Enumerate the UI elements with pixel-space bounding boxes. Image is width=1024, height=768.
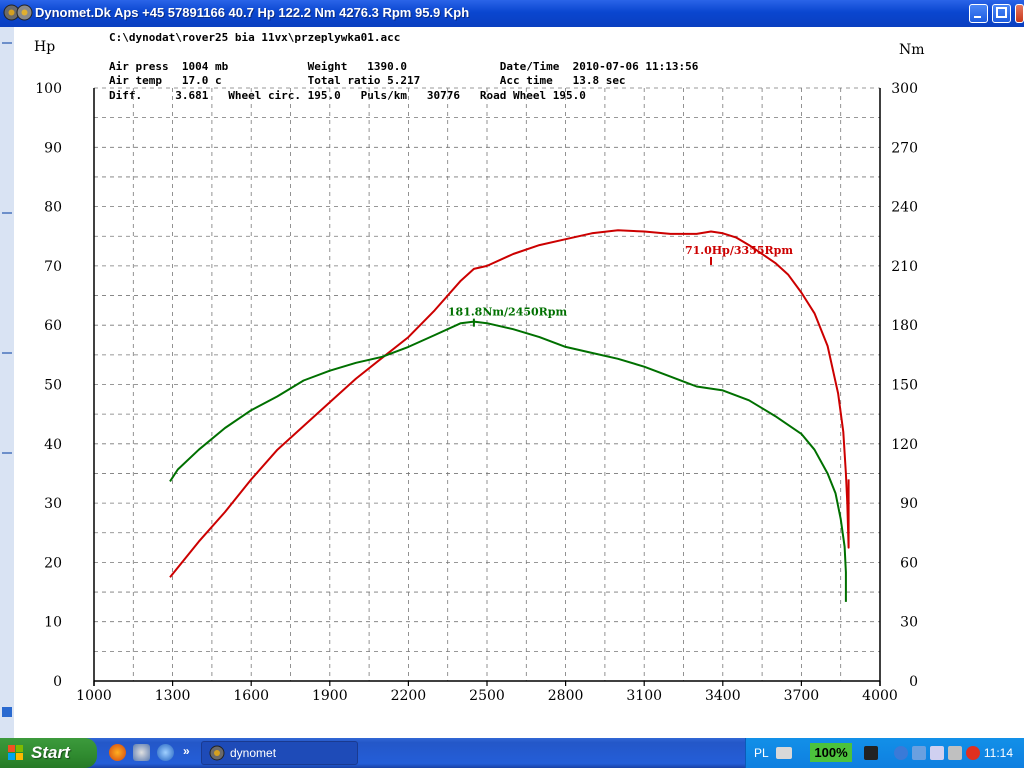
y-right-tick-label: 180 — [891, 318, 918, 334]
y-left-tick-label: 30 — [44, 496, 62, 512]
power-plug-icon[interactable] — [864, 746, 878, 760]
peak-annotation: 71.0Hp/3355Rpm — [685, 244, 793, 257]
x-tick-label: 1900 — [312, 688, 348, 704]
y-left-tick-label: 80 — [44, 200, 62, 216]
y-right-tick-label: 240 — [891, 200, 918, 216]
y-right-tick-label: 120 — [891, 437, 918, 453]
maximize-button[interactable] — [992, 4, 1011, 23]
volume-icon[interactable] — [948, 746, 962, 760]
dynomet-app-icon-secondary — [16, 4, 33, 21]
dynomet-task-icon — [209, 745, 225, 761]
x-tick-label: 1600 — [233, 688, 269, 704]
dyno-chart-area: C:\dynodat\rover25 bia 11vx\przeplywka01… — [14, 27, 1024, 738]
y-right-tick-label: 210 — [891, 259, 918, 275]
y-left-axis-label: Hp — [34, 39, 55, 55]
y-left-tick-label: 20 — [44, 555, 62, 571]
keyboard-icon[interactable] — [776, 747, 792, 759]
frame-mark — [2, 452, 12, 454]
x-tick-label: 2500 — [469, 688, 505, 704]
frame-mark — [2, 352, 12, 354]
y-right-tick-label: 150 — [891, 378, 918, 394]
x-tick-label: 2200 — [391, 688, 427, 704]
x-tick-label: 3400 — [705, 688, 741, 704]
frame-mark — [2, 707, 12, 717]
title-bar[interactable]: Dynomet.Dk Aps +45 57891166 40.7 Hp 122.… — [0, 0, 1024, 27]
start-button[interactable]: Start — [0, 738, 97, 768]
y-left-tick-label: 90 — [44, 140, 62, 156]
y-left-tick-label: 0 — [53, 674, 62, 690]
y-right-tick-label: 90 — [900, 496, 918, 512]
clock: 11:14 — [983, 746, 1013, 760]
dyno-chart: 1000 1300 1600 1900 2200 2500 2800 3100 3400 3700… — [34, 39, 925, 704]
y-left-tick-label: 70 — [44, 259, 62, 275]
quicklaunch-overflow-icon[interactable]: » — [183, 744, 190, 758]
x-tick-label: 2800 — [548, 688, 584, 704]
close-button[interactable] — [1015, 4, 1024, 23]
y-right-tick-label: 300 — [891, 81, 918, 97]
frame-mark — [2, 42, 12, 44]
network-icon[interactable] — [912, 746, 926, 760]
system-tray: PL 100% 11:14 — [745, 738, 1024, 768]
y-right-tick-label: 270 — [891, 140, 918, 156]
maximize-icon — [996, 7, 1007, 18]
x-tick-label: 3700 — [784, 688, 820, 704]
x-tick-label: 4000 — [862, 688, 898, 704]
y-right-tick-label: 30 — [900, 615, 918, 631]
y-left-tick-label: 40 — [44, 437, 62, 453]
frame-mark — [2, 212, 12, 214]
left-frame-strip — [0, 27, 15, 738]
taskbar-item-dynomet[interactable]: dynomet — [201, 741, 358, 765]
peak-annotation: 181.8Nm/2450Rpm — [448, 306, 568, 319]
tray-arrow-icon[interactable] — [894, 746, 908, 760]
x-tick-label: 1000 — [76, 688, 112, 704]
y-left-tick-label: 100 — [35, 81, 62, 97]
y-left-tick-label: 60 — [44, 318, 62, 334]
firefox-icon[interactable] — [109, 744, 126, 761]
opera-icon[interactable] — [966, 746, 980, 760]
power-curve-hp — [169, 229, 850, 578]
y-right-tick-label: 60 — [900, 555, 918, 571]
minimize-icon — [974, 16, 981, 18]
y-left-tick-label: 50 — [44, 378, 62, 394]
language-indicator[interactable]: PL — [754, 746, 769, 760]
torque-curve-nm — [169, 320, 847, 602]
x-tick-label: 1300 — [155, 688, 191, 704]
security-shield-icon[interactable] — [930, 746, 944, 760]
taskbar: Start » dynomet PL 100% 11:14 — [0, 738, 1024, 768]
window-title: Dynomet.Dk Aps +45 57891166 40.7 Hp 122.… — [35, 5, 470, 20]
windows-flag-icon — [8, 745, 23, 760]
quicklaunch-app-icon[interactable] — [133, 744, 150, 761]
x-tick-label: 3100 — [626, 688, 662, 704]
quicklaunch-browser-icon[interactable] — [157, 744, 174, 761]
minimize-button[interactable] — [969, 4, 988, 23]
y-right-axis-label: Nm — [899, 42, 925, 58]
y-left-tick-label: 10 — [44, 615, 62, 631]
zoom-indicator[interactable]: 100% — [810, 743, 852, 762]
start-label: Start — [31, 743, 70, 762]
y-right-tick-label: 0 — [909, 674, 918, 690]
taskbar-item-label: dynomet — [230, 746, 277, 760]
